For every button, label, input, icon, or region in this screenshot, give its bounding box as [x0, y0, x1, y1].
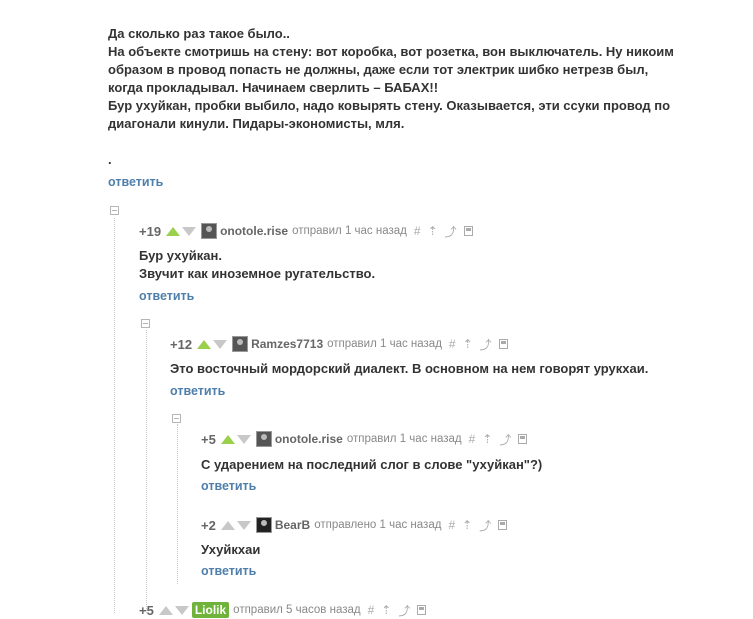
comment-text-line: Звучит как иноземное ругательство. [139, 266, 376, 281]
comment-tools: # ⇡ ⤴ [368, 602, 427, 619]
username[interactable]: onotole.rise [220, 224, 288, 238]
timestamp: отправил 5 часов назад [233, 604, 361, 616]
arrow-up-icon[interactable]: ⇡ [428, 224, 438, 238]
vote-up-icon[interactable] [220, 520, 235, 530]
post-text-line: На объекте смотришь на стену: вот коробк… [108, 44, 674, 59]
vote-up-icon[interactable] [166, 226, 181, 236]
comment-tools: # ⇡ ⤴ [414, 223, 473, 240]
timestamp: отправлено 1 час назад [314, 519, 442, 531]
timestamp: отправил 1 час назад [346, 433, 462, 445]
arrow-up-icon[interactable]: ⇡ [463, 337, 473, 351]
thread-line [146, 330, 147, 613]
comment-header: +5 Liolik отправил 5 часов назад # ⇡ ⤴ [139, 601, 427, 619]
collapse-icon[interactable] [172, 414, 181, 423]
vote-up-icon[interactable] [197, 339, 212, 349]
reply-link[interactable]: ответить [201, 479, 256, 493]
reply-link[interactable]: ответить [139, 289, 194, 303]
post-text-line: диагонали кинули. Пидары-экономисты, мля… [108, 116, 405, 131]
avatar[interactable] [255, 517, 272, 533]
avatar[interactable] [255, 431, 272, 447]
rating: +2 [201, 517, 216, 533]
post-text-line: Бур ухуйкан, пробки выбило, надо ковырят… [108, 98, 671, 113]
branch-icon[interactable]: ⤴ [445, 223, 457, 240]
comment-tools: # ⇡ ⤴ [469, 431, 528, 448]
branch-icon[interactable]: ⤴ [499, 431, 511, 448]
reply-link[interactable]: ответить [201, 564, 256, 578]
save-icon[interactable] [498, 339, 508, 349]
save-icon[interactable] [498, 520, 508, 530]
hash-icon[interactable]: # [448, 518, 455, 532]
reply-link[interactable]: ответить [108, 175, 163, 189]
vote-down-icon[interactable] [174, 605, 189, 615]
vote-down-icon[interactable] [213, 339, 228, 349]
comment-tools: # ⇡ ⤴ [449, 336, 508, 353]
vote-down-icon[interactable] [182, 226, 197, 236]
thread-line [114, 218, 115, 613]
comment-tools: # ⇡ ⤴ [448, 517, 508, 534]
arrow-up-icon[interactable]: ⇡ [462, 518, 472, 532]
comment-text-line: Это восточный мордорский диалект. В осно… [170, 361, 649, 376]
comment-header: +19 onotole.rise отправил 1 час назад # … [139, 222, 473, 240]
comment-header: +12 Ramzes7713 отправил 1 час назад # ⇡ … [170, 335, 508, 353]
comment-text-line: Ухуйкхаи [201, 542, 261, 557]
timestamp: отправил 1 час назад [327, 338, 442, 350]
comment-text-line: Бур ухуйкан. [139, 248, 222, 263]
rating: +19 [139, 223, 162, 239]
hash-icon[interactable]: # [449, 337, 456, 351]
post-text-line: образом в провод попасть не должны, даже… [108, 62, 649, 77]
username[interactable]: BearB [275, 518, 310, 532]
arrow-up-icon[interactable]: ⇡ [482, 432, 492, 446]
collapse-icon[interactable] [141, 319, 150, 328]
post-dot: . [108, 152, 112, 167]
branch-icon[interactable]: ⤴ [398, 602, 410, 619]
comment-text-line: С ударением на последний слог в слове "у… [201, 457, 543, 472]
username[interactable]: Liolik [191, 602, 230, 618]
vote-up-icon[interactable] [158, 605, 173, 615]
timestamp: отправил 1 час назад [292, 225, 407, 237]
avatar[interactable] [232, 336, 249, 352]
hash-icon[interactable]: # [368, 603, 375, 617]
save-icon[interactable] [463, 226, 473, 236]
rating: +5 [139, 602, 154, 618]
vote-up-icon[interactable] [220, 434, 235, 444]
vote-down-icon[interactable] [236, 434, 251, 444]
hash-icon[interactable]: # [469, 432, 476, 446]
comment-header: +2 BearB отправлено 1 час назад # ⇡ ⤴ [201, 516, 508, 534]
thread-line [177, 424, 178, 584]
comment-header: +5 onotole.rise отправил 1 час назад # ⇡… [201, 430, 528, 448]
rating: +5 [201, 431, 216, 447]
avatar[interactable] [201, 223, 218, 239]
branch-icon[interactable]: ⤴ [480, 336, 492, 353]
save-icon[interactable] [417, 605, 427, 615]
reply-link[interactable]: ответить [170, 384, 225, 398]
branch-icon[interactable]: ⤴ [479, 517, 491, 534]
save-icon[interactable] [518, 434, 528, 444]
arrow-up-icon[interactable]: ⇡ [381, 603, 391, 617]
vote-down-icon[interactable] [236, 520, 251, 530]
username[interactable]: Ramzes7713 [251, 337, 323, 351]
username[interactable]: onotole.rise [275, 432, 343, 446]
hash-icon[interactable]: # [414, 224, 421, 238]
post-text-line: когда прокладывал. Начинаем сверлить – Б… [108, 80, 439, 95]
post-text-line: Да сколько раз такое было.. [108, 26, 290, 41]
collapse-icon[interactable] [110, 206, 119, 215]
rating: +12 [170, 336, 193, 352]
